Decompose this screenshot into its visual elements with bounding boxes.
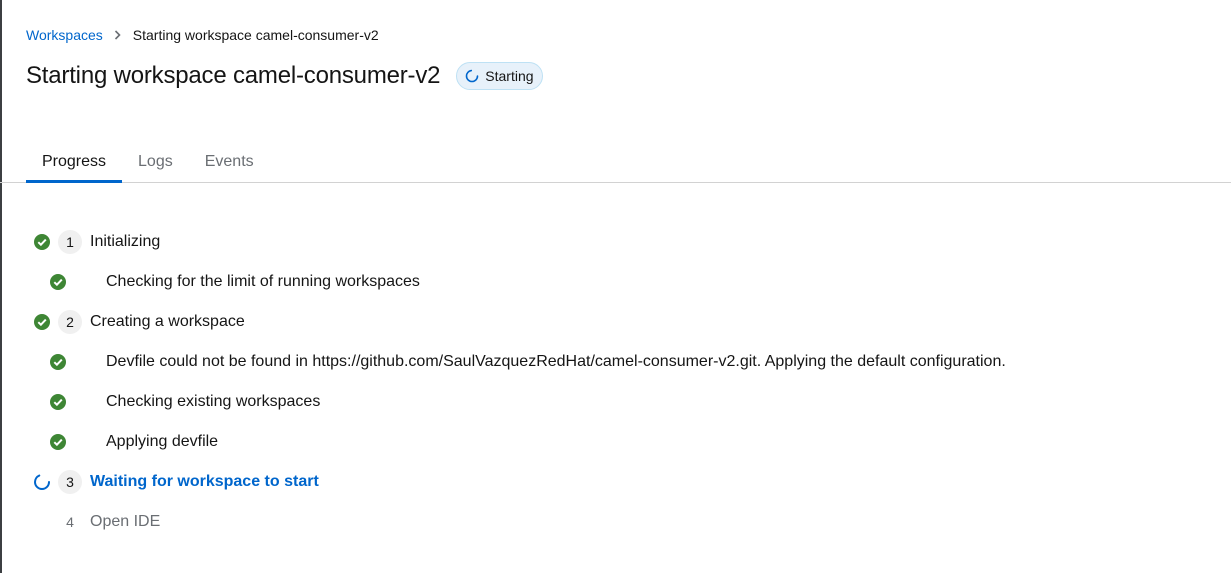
- step-number: 1: [58, 230, 82, 254]
- check-circle-icon: [48, 352, 68, 372]
- check-circle-icon: [48, 272, 68, 292]
- progress-step-1: 1 Initializing: [32, 222, 1231, 262]
- step-number: 4: [66, 514, 74, 530]
- tab-progress[interactable]: Progress: [26, 142, 123, 183]
- chevron-right-icon: [113, 30, 123, 40]
- spinner-icon: [465, 69, 479, 83]
- tab-logs[interactable]: Logs: [122, 142, 189, 182]
- progress-substep: Checking existing workspaces: [32, 382, 1231, 422]
- status-badge-label: Starting: [485, 68, 534, 84]
- breadcrumb: Workspaces Starting workspace camel-cons…: [26, 27, 379, 43]
- check-circle-icon: [48, 432, 68, 452]
- substep-label: Checking for the limit of running worksp…: [106, 273, 420, 290]
- progress-substep: Applying devfile: [32, 422, 1231, 462]
- status-badge: Starting: [456, 62, 543, 90]
- breadcrumb-link-workspaces[interactable]: Workspaces: [26, 27, 103, 43]
- check-circle-icon: [32, 232, 52, 252]
- window-left-border: [0, 0, 2, 573]
- breadcrumb-current: Starting workspace camel-consumer-v2: [132, 27, 379, 43]
- progress-steps: 1 Initializing Checking for the limit of…: [32, 222, 1231, 542]
- substep-label: Devfile could not be found in https://gi…: [106, 353, 1006, 370]
- step-label: Initializing: [90, 233, 161, 250]
- step-number: 3: [58, 470, 82, 494]
- progress-substep: Devfile could not be found in https://gi…: [32, 342, 1231, 382]
- progress-step-4: 4 Open IDE: [32, 502, 1231, 542]
- step-number: 2: [58, 310, 82, 334]
- check-circle-icon: [48, 392, 68, 412]
- check-circle-icon: [32, 312, 52, 332]
- tab-events[interactable]: Events: [189, 142, 270, 182]
- step-label: Open IDE: [90, 513, 161, 530]
- progress-step-3: 3 Waiting for workspace to start: [32, 462, 1231, 502]
- title-row: Starting workspace camel-consumer-v2 Sta…: [26, 62, 543, 90]
- progress-step-2: 2 Creating a workspace: [32, 302, 1231, 342]
- spinner-icon: [32, 472, 52, 492]
- step-label: Creating a workspace: [90, 313, 245, 330]
- page-title: Starting workspace camel-consumer-v2: [26, 62, 441, 89]
- substep-label: Applying devfile: [106, 433, 219, 450]
- progress-substep: Checking for the limit of running worksp…: [32, 262, 1231, 302]
- tab-bar: Progress Logs Events: [0, 142, 1231, 183]
- substep-label: Checking existing workspaces: [106, 393, 321, 410]
- step-label: Waiting for workspace to start: [90, 473, 319, 490]
